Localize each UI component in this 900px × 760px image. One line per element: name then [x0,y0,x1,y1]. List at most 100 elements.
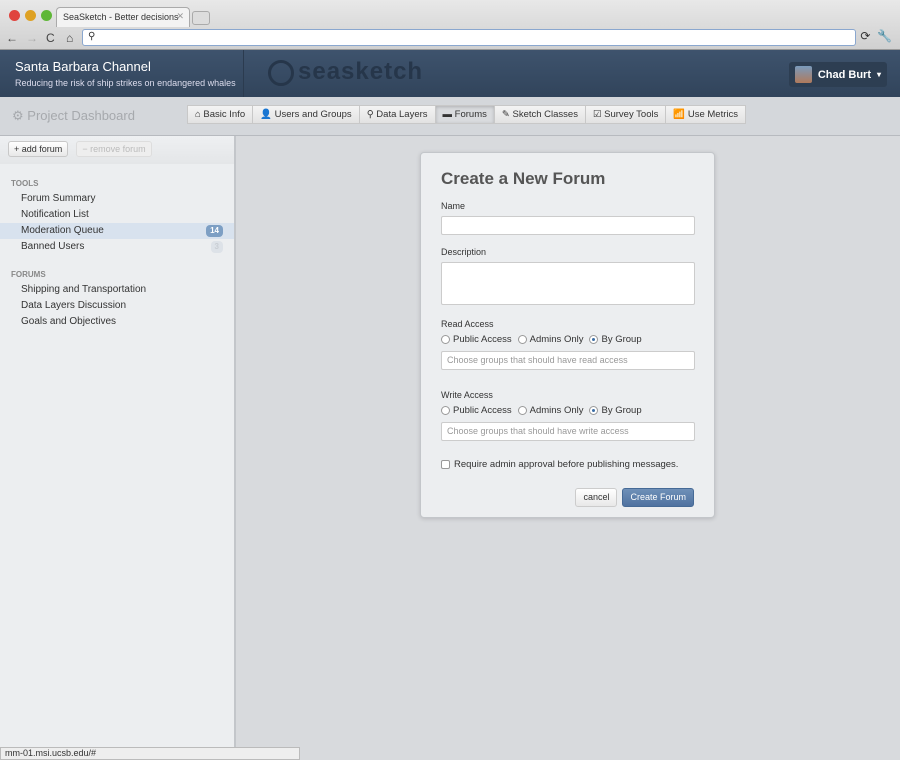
approval-checkbox[interactable]: Require admin approval before publishing… [441,459,694,470]
minimize-window-button[interactable] [25,10,36,21]
radio-label: Public Access [453,334,512,345]
sidebar-item-banned-users[interactable]: Banned Users 3 [0,239,234,255]
tab-users-and-groups[interactable]: 👤 Users and Groups [252,105,360,124]
checkbox-label: Require admin approval before publishing… [454,459,679,470]
description-textarea[interactable] [441,262,695,305]
name-input[interactable] [441,216,695,235]
item-label: Banned Users [21,241,85,252]
radio-label: Admins Only [529,334,584,345]
create-forum-button[interactable]: Create Forum [622,488,694,507]
gear-icon: ⚙ [12,108,24,123]
pencil-icon: ✎ [501,109,510,120]
write-access-label: Write Access [441,390,493,400]
seasketch-logo[interactable]: seasketch [268,58,423,86]
dashboard-tabs: ⌂ Basic Info 👤 Users and Groups ⚲ Data L… [187,105,746,124]
tab-label: Users and Groups [274,109,352,120]
item-label: Shipping and Transportation [21,284,147,295]
item-label: Moderation Queue [21,225,104,236]
status-bar-url: mm-01.msi.ucsb.edu/# [0,747,300,760]
add-forum-button[interactable]: + add forum [8,141,69,157]
new-tab-button[interactable] [192,11,210,25]
tab-title: SeaSketch - Better decisions [63,12,179,22]
write-admins-radio[interactable]: Admins Only [517,405,584,416]
sidebar-item-moderation-queue[interactable]: Moderation Queue 14 [0,223,234,239]
window-controls[interactable] [9,10,52,21]
app-header: Santa Barbara Channel Reducing the risk … [0,50,900,97]
forums-header: FORUMS [11,270,46,279]
reload-icon[interactable]: C [46,31,58,45]
read-admins-radio[interactable]: Admins Only [517,334,584,345]
tab-label: Survey Tools [604,109,659,120]
user-menu[interactable]: Chad Burt ▾ [788,62,887,87]
write-group-radio[interactable]: By Group [589,405,642,416]
radio-label: By Group [601,334,642,345]
tab-basic-info[interactable]: ⌂ Basic Info [187,105,254,124]
write-public-radio[interactable]: Public Access [441,405,512,416]
cancel-button[interactable]: cancel [575,488,618,507]
item-label: Data Layers Discussion [21,300,127,311]
avatar [794,66,812,83]
browser-chrome: SeaSketch - Better decisions ✕ ← → C ⌂ ⚲ … [0,0,900,50]
sidebar-item-forum[interactable]: Shipping and Transportation [0,282,234,298]
tab-label: Use Metrics [687,109,738,120]
sidebar-item-notification-list[interactable]: Notification List [0,207,234,223]
tab-label: Sketch Classes [512,109,578,120]
description-label: Description [441,247,487,257]
comment-icon: ▬ [442,109,453,120]
close-window-button[interactable] [9,10,20,21]
user-icon: 👤 [260,109,272,120]
map-marker-icon: ⚲ [366,109,374,120]
page-title: ⚙ Project Dashboard [12,108,135,124]
signal-icon: 📶 [673,109,686,120]
logo-text: seasketch [298,58,424,85]
sidebar-item-forum[interactable]: Goals and Objectives [0,314,234,330]
forward-icon[interactable]: → [26,31,38,45]
tab-forums[interactable]: ▬ Forums [434,105,495,124]
remove-forum-button[interactable]: − remove forum [76,141,152,157]
name-label: Name [441,201,466,211]
button-label: remove forum [90,144,146,154]
address-bar[interactable]: ⚲ [82,29,856,46]
read-access-label: Read Access [441,319,494,329]
caret-down-icon: ▾ [876,70,881,79]
wrench-icon[interactable]: 🔧 [877,29,892,43]
project-title: Santa Barbara Channel [15,59,151,74]
zoom-window-button[interactable] [41,10,52,21]
radio-label: By Group [601,405,642,416]
sidebar: + add forum − remove forum TOOLS Forum S… [0,136,236,747]
tab-sketch-classes[interactable]: ✎ Sketch Classes [493,105,586,124]
sidebar-item-forum-summary[interactable]: Forum Summary [0,191,234,207]
plus-icon: + [14,144,20,154]
user-name: Chad Burt [817,68,871,81]
page-title-text: Project Dashboard [27,108,135,123]
item-label: Goals and Objectives [21,316,117,327]
tab-label: Data Layers [376,109,428,120]
close-tab-icon[interactable]: ✕ [176,11,184,22]
browser-tab[interactable]: SeaSketch - Better decisions ✕ [56,7,190,27]
create-forum-panel: Create a New Forum Name Description Read… [420,152,715,518]
dashboard-bar: ⚙ Project Dashboard ⌂ Basic Info 👤 Users… [0,97,900,136]
form-title: Create a New Forum [441,169,606,188]
read-group-radio[interactable]: By Group [589,334,642,345]
project-subtitle: Reducing the risk of ship strikes on end… [15,78,236,88]
search-icon: ⚲ [88,31,96,42]
sidebar-item-forum[interactable]: Data Layers Discussion [0,298,234,314]
check-icon: ☑ [592,109,602,120]
tab-survey-tools[interactable]: ☑ Survey Tools [584,105,667,124]
tab-use-metrics[interactable]: 📶 Use Metrics [665,105,746,124]
minus-icon: − [82,144,88,154]
back-icon[interactable]: ← [6,31,18,45]
tab-data-layers[interactable]: ⚲ Data Layers [358,105,436,124]
write-groups-input[interactable]: Choose groups that should have write acc… [441,422,695,441]
read-groups-input[interactable]: Choose groups that should have read acce… [441,351,695,370]
home-icon: ⌂ [195,109,201,120]
read-public-radio[interactable]: Public Access [441,334,512,345]
home-icon[interactable]: ⌂ [66,31,78,45]
tab-label: Basic Info [203,109,246,120]
tab-label: Forums [454,109,487,120]
button-label: add forum [21,144,63,154]
item-label: Forum Summary [21,193,96,204]
radio-label: Admins Only [529,405,584,416]
sync-icon[interactable]: ⟳ [860,29,870,43]
item-label: Notification List [21,209,89,220]
